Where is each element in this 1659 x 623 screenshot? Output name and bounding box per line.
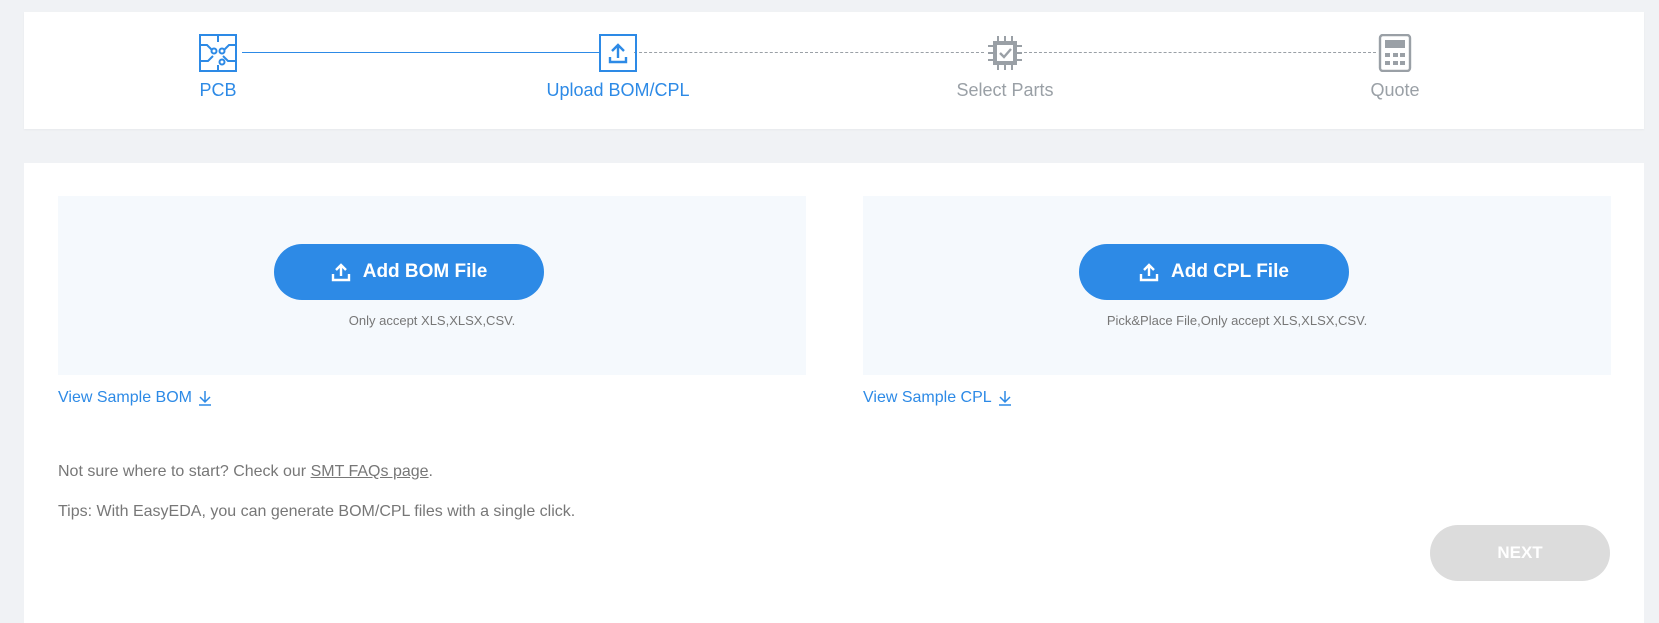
step-label-pcb: PCB xyxy=(199,80,237,100)
add-bom-file-button[interactable]: Add BOM File xyxy=(274,244,544,300)
upload-panel: Add BOM File Only accept XLS,XLSX,CSV. V… xyxy=(24,163,1644,623)
circuit-board-icon xyxy=(199,34,237,72)
download-icon xyxy=(198,391,211,406)
calculator-icon xyxy=(1378,34,1412,72)
view-sample-bom-label: View Sample BOM xyxy=(58,389,192,406)
view-sample-cpl-label: View Sample CPL xyxy=(863,389,992,406)
chip-check-icon xyxy=(988,36,1022,70)
step-upload[interactable]: Upload BOM/CPL xyxy=(518,34,718,101)
help-suffix: . xyxy=(428,463,433,480)
step-label-upload: Upload BOM/CPL xyxy=(546,80,690,100)
progress-stepper: PCB Upload BOM/CPL Select Parts Quote xyxy=(24,12,1644,129)
view-sample-cpl-link[interactable]: View Sample CPL xyxy=(863,389,1012,407)
help-text: Not sure where to start? Check our SMT F… xyxy=(58,463,433,481)
upload-icon xyxy=(599,34,637,72)
smt-faqs-link[interactable]: SMT FAQs page xyxy=(311,463,429,480)
step-quote[interactable]: Quote xyxy=(1295,34,1495,101)
view-sample-bom-link[interactable]: View Sample BOM xyxy=(58,389,212,407)
next-button[interactable]: NEXT xyxy=(1430,525,1610,581)
step-label-select-parts: Select Parts xyxy=(956,80,1054,100)
help-prefix: Not sure where to start? Check our xyxy=(58,463,311,480)
add-bom-file-label: Add BOM File xyxy=(362,261,488,282)
upload-icon xyxy=(331,263,350,282)
bom-accept-note: Only accept XLS,XLSX,CSV. xyxy=(348,313,516,328)
bom-upload-dropzone[interactable]: Add BOM File Only accept XLS,XLSX,CSV. xyxy=(58,196,806,375)
cpl-upload-dropzone[interactable]: Add CPL File Pick&Place File,Only accept… xyxy=(863,196,1611,375)
cpl-accept-note: Pick&Place File,Only accept XLS,XLSX,CSV… xyxy=(1106,313,1368,328)
upload-icon xyxy=(1139,263,1159,282)
download-icon xyxy=(998,391,1011,406)
add-cpl-file-label: Add CPL File xyxy=(1171,261,1289,282)
step-label-quote: Quote xyxy=(1370,80,1420,100)
step-select-parts[interactable]: Select Parts xyxy=(905,34,1105,101)
tips-text: Tips: With EasyEDA, you can generate BOM… xyxy=(58,503,576,520)
add-cpl-file-button[interactable]: Add CPL File xyxy=(1079,244,1349,300)
step-pcb[interactable]: PCB xyxy=(118,34,318,101)
